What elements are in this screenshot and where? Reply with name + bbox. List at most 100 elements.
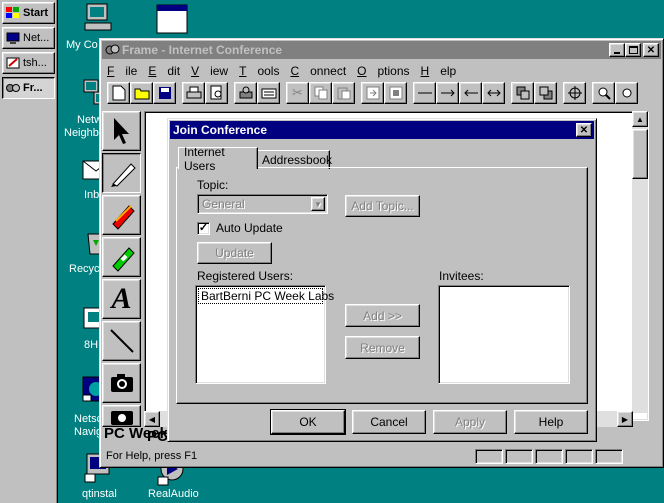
minimize-button[interactable]	[609, 43, 625, 57]
line-tool[interactable]	[102, 321, 141, 361]
button-label: OK	[299, 415, 317, 429]
new-button[interactable]	[107, 82, 130, 104]
close-icon: ✕	[579, 124, 589, 136]
save-disk-icon	[158, 87, 171, 99]
keyboard-button[interactable]	[257, 82, 280, 104]
checkbox-box[interactable]: ✓	[197, 221, 210, 235]
desktop-label: RealAudio	[148, 488, 199, 500]
window-titlebar[interactable]: Frame - Internet Conference ✕	[102, 41, 661, 59]
line-button[interactable]	[413, 82, 436, 104]
status-panel	[505, 448, 533, 464]
save-button[interactable]	[153, 82, 176, 104]
menu-help[interactable]: Help	[421, 64, 457, 78]
arrow-left-button[interactable]	[459, 82, 482, 104]
marker-icon	[111, 205, 135, 230]
window-icon[interactable]	[156, 4, 188, 36]
arrow-both-button[interactable]	[482, 82, 505, 104]
button-label: Remove	[360, 340, 405, 355]
scroll-right-button[interactable]: ▶	[617, 411, 633, 427]
status-text: For Help, press F1	[106, 450, 198, 462]
text-tool[interactable]: A	[102, 279, 141, 319]
open-folder-icon	[134, 88, 149, 100]
taskbar: Start Net... tsh... Fr...	[0, 0, 58, 503]
zoom-out-button[interactable]	[615, 82, 638, 104]
registered-users-list[interactable]: BartBerni PC Week Labs	[195, 285, 334, 384]
scroll-left-button[interactable]: ◀	[144, 411, 160, 427]
arrow-both-icon	[486, 89, 501, 97]
scroll-up-button[interactable]: ▲	[632, 111, 648, 127]
add-invitee-button[interactable]: Add >>	[345, 304, 420, 327]
apply-button[interactable]: Apply	[433, 410, 507, 434]
cancel-button[interactable]: Cancel	[352, 410, 426, 434]
print-preview-button[interactable]	[205, 82, 228, 104]
export-button[interactable]	[384, 82, 407, 104]
select-tool[interactable]	[102, 111, 141, 151]
dialog-close-button[interactable]: ✕	[576, 123, 592, 137]
invitees-list[interactable]	[438, 285, 570, 384]
tab-internet-users[interactable]: Internet Users	[178, 145, 258, 173]
start-button[interactable]: Start	[2, 2, 55, 24]
help-button[interactable]: Help	[514, 410, 588, 434]
import-button[interactable]	[361, 82, 384, 104]
menu-file[interactable]: File	[107, 64, 137, 78]
vertical-scrollbar[interactable]: ▲	[632, 111, 648, 413]
open-button[interactable]	[130, 82, 153, 104]
conference-icon	[239, 86, 252, 99]
taskbar-item-label: tsh...	[23, 57, 47, 69]
arrow-right-button[interactable]	[436, 82, 459, 104]
highlighter-tool[interactable]	[102, 237, 141, 277]
toolbar: ✂	[100, 80, 663, 106]
conference-button[interactable]	[234, 82, 257, 104]
button-label: Apply	[454, 415, 486, 429]
scroll-thumb[interactable]	[632, 129, 648, 179]
taskbar-item-netscape[interactable]: Net...	[2, 27, 55, 49]
auto-update-checkbox[interactable]: ✓ Auto Update	[197, 221, 283, 235]
list-item[interactable]: BartBerni PC Week Labs	[198, 288, 334, 304]
taskbar-item-frame[interactable]: Fr...	[2, 77, 55, 99]
tab-label: Addressbook	[262, 153, 333, 167]
menu-edit[interactable]: Edit	[148, 64, 180, 78]
left-arrow-icon: ◀	[148, 414, 156, 424]
topic-value: General	[202, 197, 245, 211]
status-panel	[595, 448, 623, 464]
pen-icon	[110, 163, 136, 187]
dropdown-button[interactable]: ▼	[311, 197, 325, 211]
desktop-label: Netsc	[74, 413, 103, 425]
frame-app-icon	[6, 84, 20, 92]
target-button[interactable]	[563, 82, 586, 104]
paste-icon	[337, 87, 350, 100]
close-button[interactable]: ✕	[643, 43, 659, 57]
send-to-back-icon	[539, 86, 552, 100]
checkmark-icon: ✓	[198, 221, 209, 234]
menu-tools[interactable]: Tools	[239, 64, 279, 78]
ok-button[interactable]: OK	[270, 409, 346, 435]
zoom-out-icon	[622, 88, 631, 98]
desktop-label: qtinstal	[82, 488, 117, 500]
remove-invitee-button[interactable]: Remove	[345, 336, 420, 359]
snapshot-tool[interactable]	[102, 363, 141, 403]
menu-options[interactable]: Options	[357, 64, 409, 78]
cut-button[interactable]: ✂	[286, 82, 309, 104]
menu-connect[interactable]: Connect	[290, 64, 346, 78]
dialog-title: Join Conference	[173, 123, 268, 137]
my-computer-icon[interactable]	[83, 2, 115, 34]
desktop-label: 8H	[84, 339, 99, 351]
zoom-button[interactable]	[592, 82, 615, 104]
dialog-titlebar[interactable]: Join Conference ✕	[170, 121, 594, 139]
menu-view[interactable]: View	[191, 64, 228, 78]
paste-button[interactable]	[332, 82, 355, 104]
marker-tool[interactable]	[102, 195, 141, 235]
button-label: Cancel	[370, 415, 408, 429]
tab-panel: Topic: General ▼ Add Topic... ✓ Auto Upd…	[176, 167, 588, 404]
maximize-button[interactable]	[625, 43, 641, 57]
pen-tool[interactable]	[102, 153, 141, 193]
more-tool[interactable]	[102, 405, 141, 427]
send-back-button[interactable]	[534, 82, 557, 104]
taskbar-item-tsh[interactable]: tsh...	[2, 52, 55, 74]
topic-select[interactable]: General ▼	[197, 194, 328, 214]
add-topic-button[interactable]: Add Topic...	[345, 195, 420, 217]
bring-front-button[interactable]	[511, 82, 534, 104]
print-button[interactable]	[182, 82, 205, 104]
update-button[interactable]: Update	[197, 242, 272, 264]
copy-button[interactable]	[309, 82, 332, 104]
